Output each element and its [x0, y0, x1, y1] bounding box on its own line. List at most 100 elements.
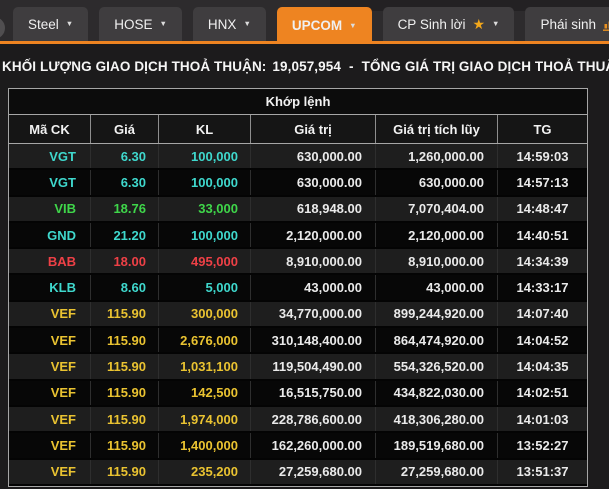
tab-upcom[interactable]: UPCOM▼	[277, 7, 372, 44]
tab-label: CP Sinh lời	[398, 17, 466, 32]
cumulative-value-cell: 554,326,520.00	[375, 354, 497, 378]
value-cell: 228,786,600.00	[250, 407, 375, 431]
price-cell: 18.00	[90, 249, 158, 273]
cumulative-value-cell: 1,260,000.00	[375, 144, 497, 168]
cumulative-value-cell: 2,120,000.00	[375, 223, 497, 247]
price-cell: 115.90	[90, 407, 158, 431]
time-cell: 14:40:51	[497, 223, 587, 247]
column-header-3: Giá trị	[250, 115, 375, 143]
symbol-cell: VGT	[9, 144, 90, 168]
symbol-cell: VEF	[9, 354, 90, 378]
value-cell: 630,000.00	[250, 144, 375, 168]
volume-cell: 1,400,000	[158, 433, 250, 457]
tab-label: HNX	[208, 17, 237, 32]
symbol-cell: VEF	[9, 381, 90, 405]
value-cell: 27,259,680.00	[250, 460, 375, 484]
table-row[interactable]: VIB18.7633,000618,948.007,070,404.0014:4…	[9, 197, 587, 223]
column-header-1: Giá	[90, 115, 158, 143]
price-cell: 21.20	[90, 223, 158, 247]
chevron-down-icon: ▼	[66, 20, 73, 28]
value-cell: 119,504,490.00	[250, 354, 375, 378]
time-cell: 14:34:39	[497, 249, 587, 273]
value-cell: 43,000.00	[250, 275, 375, 299]
table-row[interactable]: VEF115.901,031,100119,504,490.00554,326,…	[9, 354, 587, 380]
price-cell: 115.90	[90, 381, 158, 405]
time-cell: 13:52:27	[497, 433, 587, 457]
column-header-5: TG	[497, 115, 587, 143]
cumulative-value-cell: 189,519,680.00	[375, 433, 497, 457]
value-cell: 162,260,000.00	[250, 433, 375, 457]
symbol-cell: VEF	[9, 460, 90, 484]
time-cell: 14:33:17	[497, 275, 587, 299]
table-row[interactable]: VGT6.30100,000630,000.00630,000.0014:57:…	[9, 170, 587, 196]
cumulative-value-cell: 27,259,680.00	[375, 460, 497, 484]
time-cell: 13:51:37	[497, 460, 587, 484]
time-cell: 14:57:13	[497, 170, 587, 194]
table-row[interactable]: VEF115.90300,00034,770,000.00899,244,920…	[9, 302, 587, 328]
volume-cell: 100,000	[158, 223, 250, 247]
tab-steel[interactable]: Steel ▼	[13, 7, 88, 41]
cumulative-value-cell: 434,822,030.00	[375, 381, 497, 405]
tab-label: HOSE	[114, 17, 152, 32]
symbol-cell: GND	[9, 223, 90, 247]
column-header-2: KL	[158, 115, 250, 143]
column-header-4: Giá trị tích lũy	[375, 115, 497, 143]
table-row[interactable]: VEF115.901,974,000228,786,600.00418,306,…	[9, 407, 587, 433]
value-cell: 618,948.00	[250, 197, 375, 221]
symbol-cell: VGT	[9, 170, 90, 194]
matched-orders-table: Khớp lệnh Mã CKGiáKLGiá trịGiá trị tích …	[8, 88, 588, 487]
cumulative-value-cell: 418,306,280.00	[375, 407, 497, 431]
time-cell: 14:02:51	[497, 381, 587, 405]
cumulative-value-cell: 8,910,000.00	[375, 249, 497, 273]
volume-cell: 495,000	[158, 249, 250, 273]
symbol-cell: VEF	[9, 407, 90, 431]
symbol-cell: VEF	[9, 433, 90, 457]
table-row[interactable]: VEF115.90235,20027,259,680.0027,259,680.…	[9, 460, 587, 486]
value-deal-label: TỔNG GIÁ TRỊ GIAO DỊCH THOẢ THUẬN:	[362, 59, 609, 74]
volume-cell: 300,000	[158, 302, 250, 326]
symbol-cell: BAB	[9, 249, 90, 273]
price-cell: 6.30	[90, 144, 158, 168]
table-row[interactable]: BAB18.00495,0008,910,000.008,910,000.001…	[9, 249, 587, 275]
chevron-down-icon: ▼	[492, 20, 499, 28]
tab-cp-sinh-loi[interactable]: CP Sinh lời ★ ▼	[383, 7, 515, 41]
value-cell: 2,120,000.00	[250, 223, 375, 247]
symbol-cell: VIB	[9, 197, 90, 221]
bar-chart-icon	[603, 18, 609, 31]
tab-phai-sinh[interactable]: Phái sinh▼	[525, 7, 609, 41]
time-cell: 14:07:40	[497, 302, 587, 326]
value-cell: 16,515,750.00	[250, 381, 375, 405]
value-cell: 310,148,400.00	[250, 328, 375, 352]
volume-cell: 1,974,000	[158, 407, 250, 431]
top-navigation-bar: Steel ▼ HOSE ▼ HNX ▼ UPCOM▼ CP Sinh lời ★ ▼ Phái s…	[0, 0, 609, 44]
tab-label: Steel	[28, 17, 59, 32]
volume-cell: 1,031,100	[158, 354, 250, 378]
tab-hnx[interactable]: HNX ▼	[193, 7, 266, 41]
deal-summary-ticker: KHỐI LƯỢNG GIAO DỊCH THOẢ THUẬN: 19,057,…	[0, 44, 609, 88]
volume-deal-value: 19,057,954	[272, 59, 341, 74]
volume-cell: 235,200	[158, 460, 250, 484]
chevron-down-icon: ▼	[243, 20, 250, 28]
tab-label: UPCOM	[292, 18, 342, 33]
volume-cell: 100,000	[158, 170, 250, 194]
price-cell: 115.90	[90, 460, 158, 484]
value-cell: 34,770,000.00	[250, 302, 375, 326]
volume-cell: 100,000	[158, 144, 250, 168]
cumulative-value-cell: 864,474,920.00	[375, 328, 497, 352]
table-row[interactable]: VEF115.90142,50016,515,750.00434,822,030…	[9, 381, 587, 407]
table-header-row: Mã CKGiáKLGiá trịGiá trị tích lũyTG	[9, 115, 587, 144]
table-row[interactable]: KLB8.605,00043,000.0043,000.0014:33:17	[9, 275, 587, 301]
table-row[interactable]: VGT6.30100,000630,000.001,260,000.0014:5…	[9, 144, 587, 170]
cumulative-value-cell: 899,244,920.00	[375, 302, 497, 326]
volume-cell: 2,676,000	[158, 328, 250, 352]
scroll-left-button[interactable]	[0, 17, 5, 39]
table-row[interactable]: GND21.20100,0002,120,000.002,120,000.001…	[9, 223, 587, 249]
tab-hose[interactable]: HOSE ▼	[99, 7, 182, 41]
cumulative-value-cell: 43,000.00	[375, 275, 497, 299]
table-row[interactable]: VEF115.902,676,000310,148,400.00864,474,…	[9, 328, 587, 354]
value-cell: 630,000.00	[250, 170, 375, 194]
table-row[interactable]: VEF115.901,400,000162,260,000.00189,519,…	[9, 433, 587, 459]
chevron-down-icon: ▼	[159, 20, 166, 28]
price-cell: 115.90	[90, 328, 158, 352]
star-icon: ★	[472, 17, 485, 31]
